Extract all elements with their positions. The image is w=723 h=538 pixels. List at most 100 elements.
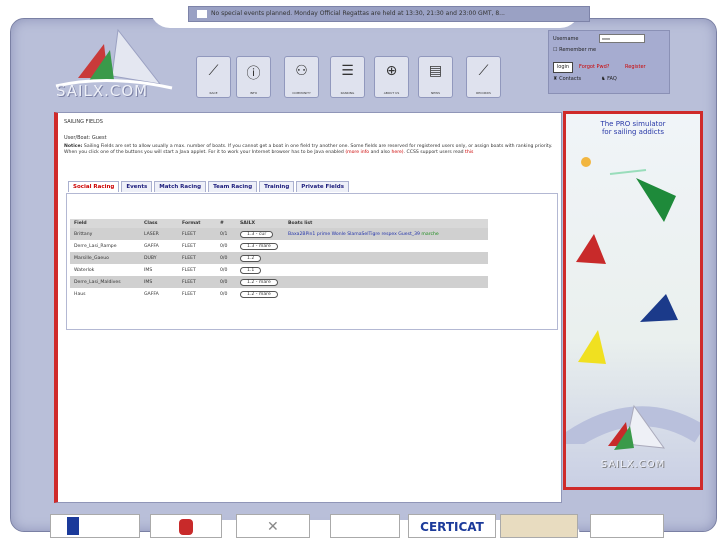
ad-sail-logo-icon [608, 404, 666, 450]
notice-text: Notice: Sailing Fields are set to allow … [64, 144, 554, 156]
field-name: Haus [74, 291, 86, 297]
nav-label: INFO [249, 91, 258, 95]
boats-list [284, 288, 488, 300]
sail-button[interactable]: 1.2 - mare [240, 278, 278, 286]
username-label: Username [553, 36, 579, 42]
logo-text: SAILX.COM [56, 82, 149, 100]
table-header: Field Class Format # SAILX Boats list [70, 219, 488, 228]
notice-mid: and also [370, 150, 390, 155]
certicat-text: CERTICAT [420, 520, 484, 534]
nav-label: RACE [209, 91, 218, 95]
boat-class: LASER [140, 228, 178, 240]
notice-bold: Notice: [64, 144, 83, 149]
faq-label: FAQ [607, 76, 617, 82]
partner-logo-poster-icon[interactable] [500, 514, 578, 538]
boat-count: 0/0 [220, 267, 228, 273]
nav-race-button[interactable]: ⟋ RACE [196, 56, 231, 98]
remember-label: Remember me [559, 47, 597, 53]
race-format: FLEET [182, 267, 196, 273]
contacts-link[interactable]: ♜ Contacts [553, 76, 581, 82]
tab-team-racing[interactable]: Team Racing [208, 181, 258, 192]
partner-logo-sketch-icon[interactable] [330, 514, 400, 538]
ad-title-line: The PRO simulator [600, 120, 666, 128]
sail-button[interactable]: 1.1 [240, 266, 262, 274]
table-row: Brittany LASER FLEET 0/1 1.3 - cur Baxa2… [70, 228, 488, 240]
login-button[interactable]: login [553, 62, 573, 73]
notice-this-link[interactable]: this [465, 150, 473, 155]
boat-class: GAFFA [144, 243, 159, 249]
field-tabs: Social Racing Events Match Racing Team R… [68, 181, 349, 192]
tab-match-racing[interactable]: Match Racing [154, 181, 207, 192]
flag-shape [67, 517, 79, 535]
nav-ranking-button[interactable]: ☰ RANKING [330, 56, 365, 98]
partner-logo-crest-icon[interactable] [150, 514, 222, 538]
boat-class: DUBY [140, 252, 178, 264]
field-name: Derre_Lasi_Maldives [70, 276, 140, 288]
nav-news-button[interactable]: ▤ NEWS [418, 56, 453, 98]
news-ticker[interactable]: No special events planned. Monday Offici… [188, 6, 590, 22]
nav-label: COMMUNITY [292, 91, 311, 95]
boat-class: IMS [144, 267, 153, 273]
register-link[interactable]: Register [625, 64, 646, 70]
nav-info-button[interactable]: ⓘ INFO [236, 56, 271, 98]
field-name: Brittany [70, 228, 140, 240]
faq-icon: ♞ [601, 76, 606, 82]
nav-label: RECORDS [476, 91, 491, 95]
contacts-label: Contacts [559, 76, 582, 82]
sail-button[interactable]: 1.3 - mare [240, 242, 278, 250]
partner-logo-flag-icon[interactable] [50, 514, 140, 538]
col-count: # [216, 219, 236, 228]
tab-events[interactable]: Events [121, 181, 153, 192]
nav-records-button[interactable]: ⟋ RECORDS [466, 56, 501, 98]
boat-icon: ⟋ [208, 63, 219, 79]
col-field: Field [70, 219, 140, 228]
field-name: Marsille_Gaeuo [70, 252, 140, 264]
fields-table: Field Class Format # SAILX Boats list Br… [70, 219, 488, 300]
partner-logo-certicat[interactable]: CERTICAT [408, 514, 496, 538]
ad-inner: The PRO simulator for sailing addicts SAI… [566, 114, 700, 487]
sailboats-illustration [566, 157, 700, 444]
nav-label: ABOUT US [383, 91, 400, 95]
partner-logo-generic-icon[interactable] [590, 514, 664, 538]
contacts-icon: ♜ [553, 76, 558, 82]
boat-count: 0/0 [216, 252, 236, 264]
notice-more-info-link[interactable]: (more info [345, 150, 369, 155]
race-format: FLEET [182, 243, 196, 249]
nav-about-button[interactable]: ⊕ ABOUT US [374, 56, 409, 98]
records-icon: ⟋ [478, 63, 489, 79]
race-format: FLEET [178, 228, 216, 240]
boats-list [284, 276, 488, 288]
forgot-password-link[interactable]: Forgot Pwd? [579, 64, 609, 70]
boats-list [284, 264, 488, 276]
faq-link[interactable]: ♞ FAQ [601, 76, 617, 82]
ad-title: The PRO simulator for sailing addicts [566, 120, 700, 136]
remember-checkbox[interactable]: ☐ [553, 47, 557, 53]
boats-extra[interactable]: marche [421, 232, 438, 237]
notice-here-link[interactable]: here) [391, 150, 403, 155]
boats-names[interactable]: Baxa2BPin1 prime Wonle SlamaSelTigre res… [288, 232, 420, 237]
ticker-text: No special events planned. Monday Offici… [211, 10, 505, 17]
tab-training[interactable]: Training [259, 181, 295, 192]
boat-count: 0/0 [220, 291, 228, 297]
partner-logo-sail-icon[interactable]: ✕ [236, 514, 310, 538]
crest-shape [179, 519, 193, 535]
username-input[interactable] [599, 34, 645, 43]
sail-button[interactable]: 1.2 - mare [240, 290, 278, 298]
notice-body: Sailing Fields are set to allow usually … [64, 144, 553, 155]
boat-count: 0/0 [216, 276, 236, 288]
ranking-icon: ☰ [341, 63, 354, 79]
race-format: FLEET [178, 252, 216, 264]
tab-social-racing[interactable]: Social Racing [68, 181, 120, 192]
tab-private-fields[interactable]: Private Fields [296, 181, 349, 192]
cross-shape: ✕ [267, 519, 279, 535]
boats-list [284, 240, 488, 252]
col-class: Class [140, 219, 178, 228]
remember-row[interactable]: ☐ Remember me [553, 47, 596, 53]
ad-banner[interactable]: The PRO simulator for sailing addicts SAI… [563, 111, 703, 490]
ticker-icon [197, 9, 207, 18]
ad-logo-text: SAILX.COM [600, 459, 666, 470]
nav-community-button[interactable]: ⚇ COMMUNITY [284, 56, 319, 98]
sail-button[interactable]: 1.2 [240, 254, 262, 262]
race-format: FLEET [182, 291, 196, 297]
sail-button[interactable]: 1.3 - cur [240, 230, 274, 238]
